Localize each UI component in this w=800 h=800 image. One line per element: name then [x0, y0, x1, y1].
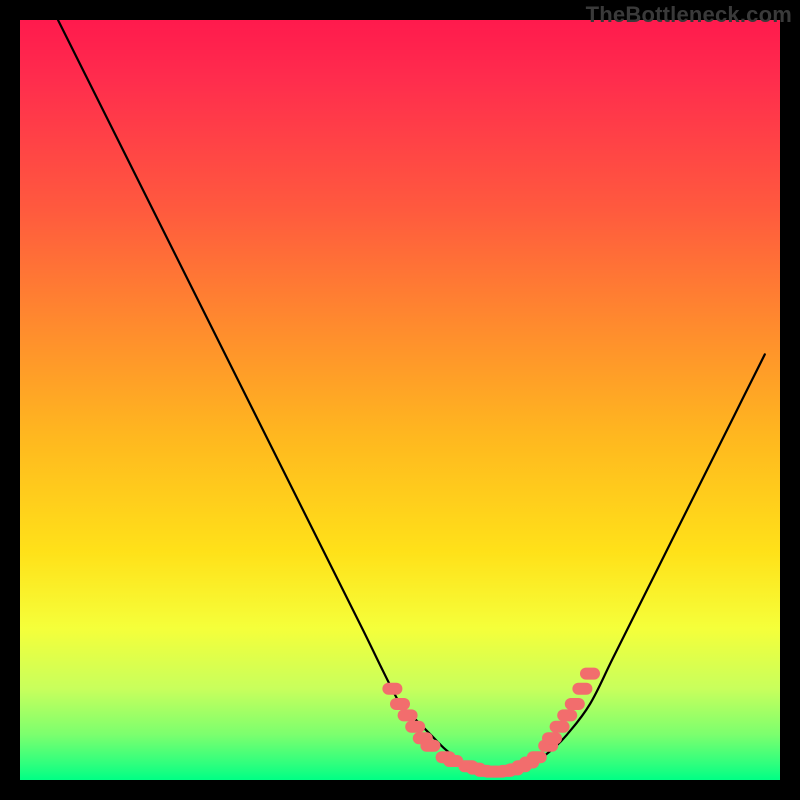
marker-group — [382, 668, 600, 778]
curve-marker — [557, 709, 577, 721]
curve-marker — [398, 709, 418, 721]
curve-marker — [527, 751, 547, 763]
curve-marker — [565, 698, 585, 710]
marker-layer — [20, 20, 780, 780]
curve-marker — [382, 683, 402, 695]
curve-marker — [542, 732, 562, 744]
watermark-label: TheBottleneck.com — [586, 2, 792, 28]
curve-marker — [405, 721, 425, 733]
curve-marker — [580, 668, 600, 680]
curve-marker — [550, 721, 570, 733]
curve-marker — [572, 683, 592, 695]
curve-marker — [420, 740, 440, 752]
chart-frame — [20, 20, 780, 780]
curve-marker — [390, 698, 410, 710]
